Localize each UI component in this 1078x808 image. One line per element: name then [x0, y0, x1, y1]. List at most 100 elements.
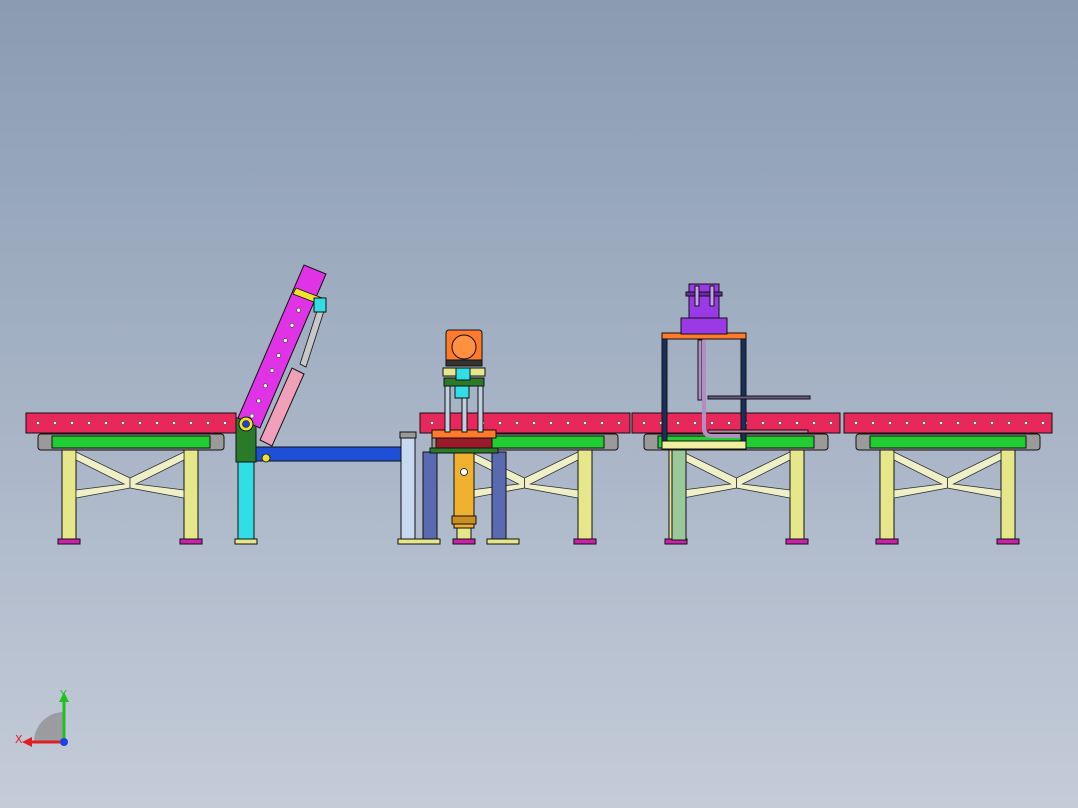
- support-leg: [1000, 449, 1016, 541]
- roller-dot: [939, 421, 943, 425]
- roller-dot: [53, 421, 57, 425]
- roller-dot: [888, 421, 892, 425]
- cylinder-band: [685, 291, 723, 297]
- roller-dot: [854, 421, 858, 425]
- arm-hole: [269, 368, 275, 373]
- support-post: [237, 449, 255, 541]
- roller-dot: [727, 421, 731, 425]
- triad-quadrant: [34, 712, 64, 742]
- frame-post-left: [661, 335, 668, 445]
- lift-guide-left: [422, 451, 438, 541]
- rod-clevis: [313, 297, 327, 313]
- conveyor-rail: [843, 412, 1053, 434]
- roller-dot: [70, 421, 74, 425]
- roller-dot: [778, 421, 782, 425]
- roller-dot: [905, 421, 909, 425]
- motor-flange: [445, 359, 483, 367]
- x-axis-label: X: [15, 733, 23, 746]
- roller-dot: [829, 421, 833, 425]
- roller-dot: [583, 421, 587, 425]
- leg-foot: [57, 538, 81, 545]
- conveyor-rail: [25, 412, 237, 434]
- roller-dot: [515, 421, 519, 425]
- arm-hole: [283, 338, 288, 343]
- roller-dot: [498, 421, 502, 425]
- leg-foot: [875, 538, 899, 545]
- roller-dot: [138, 421, 142, 425]
- press-arm: [707, 395, 811, 400]
- roller-dot: [812, 421, 816, 425]
- roller-dot: [710, 421, 714, 425]
- roller-dot: [600, 421, 604, 425]
- roller-dot: [871, 421, 875, 425]
- post-cap: [399, 431, 417, 439]
- guide-rod: [444, 385, 451, 433]
- lift-guide-right: [491, 451, 507, 541]
- roller-dot: [104, 421, 108, 425]
- roller-dot: [121, 421, 125, 425]
- guide-rod: [477, 385, 484, 433]
- conveyor-section: [25, 412, 237, 545]
- cylinder-tie-rod: [709, 285, 715, 307]
- cad-viewport[interactable]: Y X: [0, 0, 1078, 808]
- arm-hole: [276, 353, 281, 358]
- motor-coupling: [455, 367, 471, 381]
- post-foot: [234, 538, 258, 545]
- press-rod-left: [697, 339, 703, 401]
- roller-dot: [87, 421, 91, 425]
- roller-dot: [566, 421, 570, 425]
- arm-hole: [249, 413, 255, 419]
- roller-dot: [532, 421, 536, 425]
- roller-dot: [795, 421, 799, 425]
- pivot-pin-center: [242, 420, 250, 428]
- x-axis-arrowhead: [22, 737, 32, 747]
- arm-hole: [256, 398, 261, 404]
- support-leg: [183, 449, 199, 541]
- axis-triad: Y X: [10, 684, 80, 754]
- roller-dot: [36, 421, 40, 425]
- cross-beam: [255, 446, 403, 462]
- conveyor-section: [843, 412, 1053, 545]
- roller-conveyors: [25, 412, 1053, 545]
- roller-dot: [693, 421, 697, 425]
- roller-dot: [990, 421, 994, 425]
- roller-dot: [549, 421, 553, 425]
- roller-dot: [430, 421, 434, 425]
- roller-bed: [51, 435, 211, 449]
- carriage-rail: [429, 447, 499, 454]
- roller-dot: [956, 421, 960, 425]
- assembly-drawing[interactable]: [0, 0, 1078, 808]
- cylinder-port: [460, 468, 468, 476]
- cross-brace: [947, 451, 1002, 499]
- leg-foot: [179, 538, 203, 545]
- roller-dot: [155, 421, 159, 425]
- cross-brace: [736, 451, 791, 499]
- support-leg: [577, 449, 593, 541]
- roller-dot: [206, 421, 210, 425]
- roller-dot: [761, 421, 765, 425]
- roller-dot: [642, 421, 646, 425]
- roller-dot: [617, 421, 621, 425]
- roller-dot: [172, 421, 176, 425]
- support-leg: [789, 449, 805, 541]
- coupling-lower: [454, 385, 470, 399]
- frame-base-plate: [661, 440, 747, 450]
- y-axis-label: Y: [59, 688, 67, 701]
- press-mount: [680, 317, 728, 335]
- tilt-arm-station: [234, 264, 403, 545]
- lift-foot-right: [486, 538, 520, 545]
- arm-hole: [289, 323, 295, 328]
- roller-dot: [1007, 421, 1011, 425]
- z-axis-dot: [60, 738, 68, 746]
- motor-face: [451, 334, 477, 360]
- frame-post-right: [740, 335, 747, 445]
- press-lower-arm: [707, 429, 809, 434]
- roller-dot: [1024, 421, 1028, 425]
- press-frame-station: [661, 283, 811, 541]
- leg-foot: [785, 538, 809, 545]
- roller-dot: [1041, 421, 1045, 425]
- leg-foot: [452, 538, 476, 545]
- cylinder-tie-rod: [694, 285, 700, 307]
- lift-foot-left: [397, 538, 441, 545]
- arm-hole: [296, 307, 301, 313]
